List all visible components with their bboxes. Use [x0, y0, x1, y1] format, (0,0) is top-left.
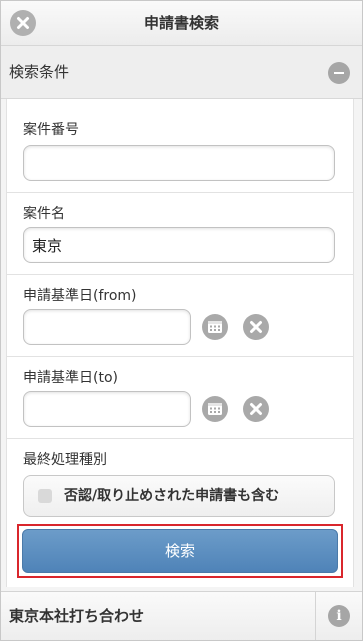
- search-conditions-header[interactable]: 検索条件: [1, 46, 362, 99]
- search-button[interactable]: 検索: [22, 529, 338, 573]
- page-title: 申請書検索: [143, 14, 219, 32]
- case-name-label: 案件名: [23, 206, 65, 222]
- minus-icon[interactable]: [328, 62, 350, 84]
- close-button[interactable]: [10, 10, 36, 36]
- date-from-label: 申請基準日(from): [23, 288, 137, 304]
- info-icon[interactable]: i: [328, 605, 350, 627]
- date-from-input[interactable]: [23, 309, 191, 345]
- list-item-title: 東京本社打ち合わせ: [9, 607, 145, 625]
- divider: [7, 438, 353, 439]
- close-icon: [17, 17, 29, 29]
- date-from-clear-button[interactable]: [243, 314, 269, 340]
- divider: [7, 192, 353, 193]
- list-item[interactable]: 東京本社打ち合わせ i: [1, 591, 362, 640]
- case-name-input[interactable]: [23, 227, 335, 263]
- search-button-highlight: 検索: [17, 524, 343, 578]
- final-type-label: 最終処理種別: [23, 452, 107, 468]
- clear-icon: [250, 403, 262, 415]
- header-bar: 申請書検索: [1, 1, 362, 46]
- divider: [315, 592, 316, 640]
- calendar-icon: [208, 403, 222, 415]
- date-to-input[interactable]: [23, 391, 191, 427]
- checkbox-label: 否認/取り止めされた申請書も含む: [64, 488, 280, 504]
- divider: [7, 356, 353, 357]
- clear-icon: [250, 321, 262, 333]
- date-to-calendar-button[interactable]: [202, 396, 228, 422]
- calendar-icon: [208, 321, 222, 333]
- divider: [7, 274, 353, 275]
- date-to-clear-button[interactable]: [243, 396, 269, 422]
- section-title: 検索条件: [9, 63, 70, 81]
- include-rejected-checkbox[interactable]: 否認/取り止めされた申請書も含む: [23, 475, 335, 517]
- date-from-calendar-button[interactable]: [202, 314, 228, 340]
- date-to-label: 申請基準日(to): [23, 370, 118, 386]
- case-number-input[interactable]: [23, 145, 335, 181]
- checkbox-box[interactable]: [38, 489, 52, 503]
- search-form: 案件番号 案件名 申請基準日(from) 申請基準日(to): [6, 99, 354, 587]
- app-frame: 申請書検索 検索条件 案件番号 案件名 申請基準日(from): [0, 0, 363, 641]
- case-number-label: 案件番号: [23, 122, 79, 138]
